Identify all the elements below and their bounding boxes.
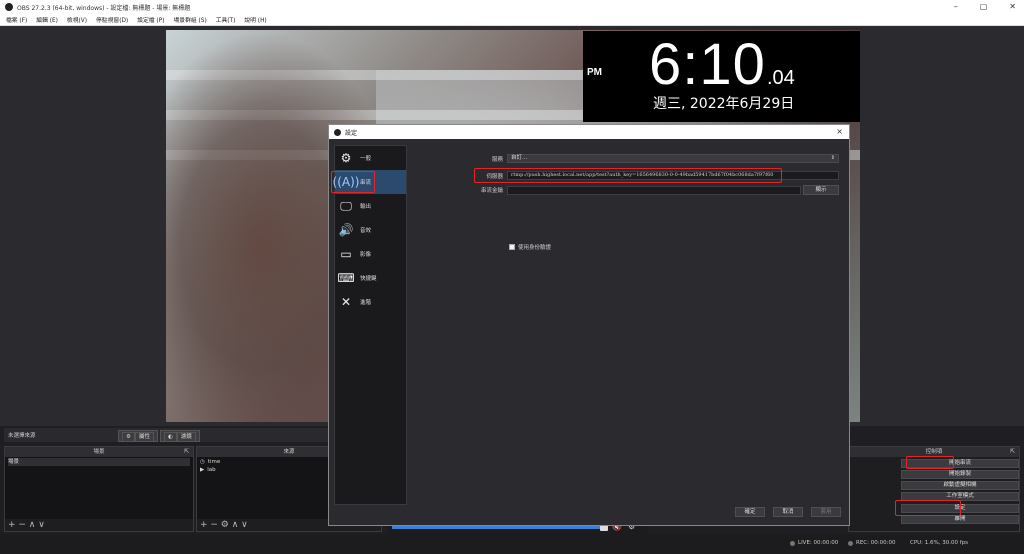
ok-button[interactable]: 確定 [735, 507, 765, 517]
close-button[interactable]: ✕ [1009, 2, 1016, 11]
auth-label: 使用身份驗證 [518, 245, 552, 251]
clock-ampm: PM [587, 67, 602, 78]
menu-edit[interactable]: 編輯 (E) [36, 15, 58, 24]
sidebar-item-advanced[interactable]: ✕ 進階 [335, 290, 406, 314]
controls-title: 控制項 [925, 449, 943, 455]
maximize-button[interactable]: ▢ [980, 2, 988, 11]
clock-time: 6:10 [649, 32, 766, 97]
obs-logo-icon [334, 128, 341, 136]
source-item-label: time [207, 459, 221, 465]
sidebar-item-label: 影像 [360, 252, 372, 258]
settings-dialog: 設定 × ⚙ 一般 ((A)) 串流 🖵 輸出 🔊 音效 ▭ 影像 ⌨ 快捷鍵 ✕ 進階 服務… [328, 124, 850, 526]
settings-sidebar: ⚙ 一般 ((A)) 串流 🖵 輸出 🔊 音效 ▭ 影像 ⌨ 快捷鍵 ✕ 進階 [333, 145, 407, 505]
highlight-box [331, 171, 375, 193]
filters-label: 濾鏡 [176, 432, 196, 442]
menu-bar: 檔案 (F) 編輯 (E) 檢視(V) 停駐視窗(D) 設定檔 (P) 場景群組… [0, 14, 1024, 26]
sidebar-item-video[interactable]: ▭ 影像 [335, 242, 406, 266]
service-value: 自訂... [511, 155, 528, 161]
chevron-updown-icon: ⇕ [830, 155, 835, 161]
sidebar-item-hotkeys[interactable]: ⌨ 快捷鍵 [335, 266, 406, 290]
start-virtual-camera-button[interactable]: 啟動虛擬相機 [901, 481, 1019, 490]
menu-docks[interactable]: 停駐視窗(D) [96, 15, 128, 24]
speaker-icon: 🔊 [338, 223, 354, 237]
service-select[interactable]: 自訂... ⇕ [507, 154, 839, 163]
clock-overlay: PM 6:10 .04 週三, 2022年6月29日 [583, 31, 860, 122]
auth-checkbox-row[interactable]: 使用身份驗證 [509, 243, 551, 251]
title-bar: OBS 27.2.3 (64-bit, windows) - 設定檔: 無標題 … [0, 0, 1024, 14]
tools-icon: ✕ [340, 295, 352, 309]
gear-icon: ⚙ [340, 151, 352, 165]
dock-float-icon[interactable]: ⇱ [184, 447, 189, 457]
keyboard-icon: ⌨ [337, 271, 355, 285]
dialog-title-bar: 設定 × [329, 125, 849, 139]
dialog-title: 設定 [345, 129, 358, 137]
no-source-label: 未選擇來源 [8, 433, 36, 439]
highlight-box [895, 500, 961, 516]
sidebar-item-general[interactable]: ⚙ 一般 [335, 146, 406, 170]
menu-tools[interactable]: 工具(T) [216, 15, 236, 24]
menu-view[interactable]: 檢視(V) [67, 15, 87, 24]
window-controls: – ▢ ✕ [954, 2, 1016, 11]
source-item-label: lab [207, 467, 216, 473]
filter-icon: ◐ [163, 432, 177, 442]
sources-title: 來源 [283, 449, 295, 455]
dock-float-icon[interactable]: ⇱ [1010, 447, 1015, 457]
properties-button[interactable]: ⚙ 屬性 [118, 430, 158, 442]
stream-key-row: 串流金鑰 顯示 [463, 185, 839, 195]
clock-icon: ◷ [200, 459, 205, 465]
live-time: LIVE: 00:00:00 [798, 540, 839, 546]
scenes-dock: 場景 ⇱ 場景 + − ∧ ∨ [4, 446, 194, 532]
rec-time: REC: 00:00:00 [856, 540, 896, 546]
show-key-button[interactable]: 顯示 [803, 185, 839, 195]
scene-item[interactable]: 場景 [8, 458, 190, 466]
gear-icon: ⚙ [122, 432, 135, 442]
menu-scene-collection[interactable]: 場景群組 (S) [173, 15, 206, 24]
obs-window: OBS 27.2.3 (64-bit, windows) - 設定檔: 無標題 … [0, 0, 1024, 554]
sidebar-item-label: 快捷鍵 [360, 276, 377, 282]
exit-button[interactable]: 離開 [901, 515, 1019, 524]
stream-key-input[interactable] [507, 185, 801, 195]
clock-date: 週三, 2022年6月29日 [653, 96, 795, 112]
stream-key-label: 串流金鑰 [480, 188, 503, 194]
status-bar: LIVE: 00:00:00 REC: 00:00:00 CPU: 1.6%, … [0, 534, 1024, 554]
clock-seconds: .04 [767, 67, 795, 89]
menu-help[interactable]: 說明 (H) [244, 15, 266, 24]
monitor-output-icon: 🖵 [340, 198, 352, 213]
display-icon: ▭ [340, 247, 352, 261]
controls-dock: 控制項 ⇱ 開始串流 開始錄製 啟動虛擬相機 工作室模式 設定 離開 [848, 446, 1020, 532]
window-title: OBS 27.2.3 (64-bit, windows) - 設定檔: 無標題 … [17, 4, 191, 12]
menu-file[interactable]: 檔案 (F) [6, 15, 27, 24]
properties-label: 屬性 [134, 432, 154, 442]
scenes-title: 場景 [93, 449, 105, 455]
dialog-footer: 確定 取消 套用 [735, 507, 841, 517]
sidebar-item-label: 一般 [360, 156, 372, 162]
filters-button[interactable]: ◐ 濾鏡 [159, 430, 200, 442]
auth-checkbox[interactable] [509, 244, 515, 250]
cpu-status: CPU: 1.6%, 30.00 fps [910, 540, 969, 546]
start-recording-button[interactable]: 開始錄製 [901, 470, 1019, 479]
play-icon: ▶ [200, 467, 205, 473]
highlight-box [906, 456, 954, 469]
apply-button[interactable]: 套用 [811, 507, 841, 517]
scenes-footer[interactable]: + − ∧ ∨ [5, 519, 193, 531]
sidebar-item-label: 輸出 [360, 204, 372, 210]
service-label: 服務 [491, 156, 503, 163]
dialog-close-button[interactable]: × [836, 127, 843, 136]
sidebar-item-audio[interactable]: 🔊 音效 [335, 218, 406, 242]
rec-indicator-icon [848, 540, 853, 546]
live-indicator-icon [790, 540, 795, 546]
sidebar-item-label: 音效 [360, 228, 372, 234]
volume-meter [392, 526, 602, 529]
obs-logo-icon [5, 3, 13, 11]
highlight-box [474, 168, 782, 183]
scene-item-label: 場景 [8, 459, 20, 465]
sidebar-item-label: 進階 [360, 300, 372, 306]
menu-profile[interactable]: 設定檔 (P) [137, 15, 164, 24]
cancel-button[interactable]: 取消 [773, 507, 803, 517]
minimize-button[interactable]: – [954, 2, 958, 11]
sidebar-item-output[interactable]: 🖵 輸出 [335, 194, 406, 218]
service-row: 服務 自訂... ⇕ [463, 154, 839, 163]
